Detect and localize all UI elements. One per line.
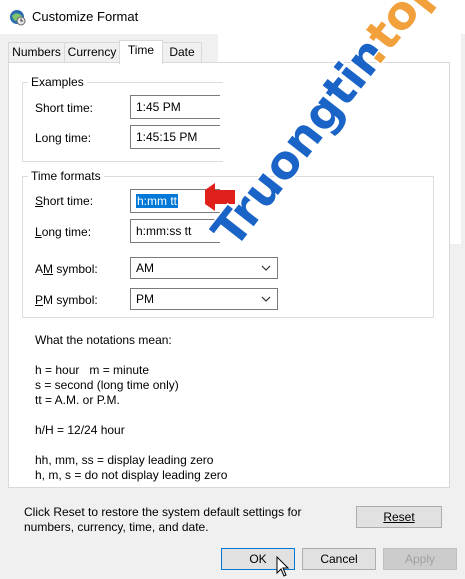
tab-label: Currency bbox=[67, 45, 117, 59]
title-bar: Customize Format bbox=[0, 0, 465, 34]
reset-hint-line-1: Click Reset to restore the system defaul… bbox=[24, 505, 302, 519]
label-text: hort time: bbox=[43, 194, 94, 208]
short-time-input[interactable]: h:mm tt bbox=[130, 189, 220, 213]
short-time-label: Short time: bbox=[35, 194, 93, 208]
example-long-time-value: 1:45:15 PM bbox=[130, 125, 220, 149]
notation-line: h/H = 12/24 hour bbox=[35, 423, 125, 437]
label-text: symbol: bbox=[53, 262, 98, 276]
tab-label: Date bbox=[169, 45, 195, 59]
long-time-label: Long time: bbox=[35, 225, 91, 239]
notation-line: tt = A.M. or P.M. bbox=[35, 393, 120, 407]
accel-key: M bbox=[43, 262, 54, 276]
reset-button[interactable]: Reset bbox=[356, 506, 442, 528]
pm-symbol-label: PM symbol: bbox=[35, 293, 98, 307]
label-text: ong time: bbox=[41, 225, 92, 239]
example-long-time-label: Long time: bbox=[35, 131, 92, 145]
label-text: M symbol: bbox=[43, 293, 98, 307]
time-formats-group-label: Time formats bbox=[28, 169, 104, 183]
examples-group-label: Examples bbox=[28, 75, 87, 89]
button-label: Reset bbox=[383, 510, 415, 524]
selected-text: h:mm tt bbox=[136, 194, 179, 208]
accel-key: P bbox=[35, 293, 44, 307]
am-symbol-dropdown[interactable]: AM bbox=[130, 257, 278, 279]
customize-format-window: Customize Format Numbers Currency Time D… bbox=[0, 0, 465, 579]
tab-label: Numbers bbox=[12, 45, 61, 59]
regional-settings-icon bbox=[10, 10, 26, 26]
button-label: OK bbox=[249, 552, 267, 566]
chevron-down-icon bbox=[261, 296, 271, 302]
mouse-cursor-icon bbox=[276, 556, 290, 577]
pm-symbol-value: PM bbox=[136, 292, 154, 306]
notation-line: h, m, s = do not display leading zero bbox=[35, 468, 228, 482]
cancel-button[interactable]: Cancel bbox=[302, 548, 376, 570]
chevron-down-icon bbox=[261, 265, 271, 271]
notation-line: s = second (long time only) bbox=[35, 378, 179, 392]
pm-symbol-dropdown[interactable]: PM bbox=[130, 288, 278, 310]
am-symbol-value: AM bbox=[136, 261, 154, 275]
example-short-time-label: Short time: bbox=[35, 101, 94, 115]
long-time-input[interactable]: h:mm:ss tt bbox=[130, 219, 220, 243]
button-label: Cancel bbox=[320, 552, 358, 566]
tab-numbers[interactable]: Numbers bbox=[8, 42, 65, 63]
tab-label: Time bbox=[127, 43, 155, 57]
accel-key: S bbox=[35, 194, 44, 208]
accel-key: L bbox=[35, 225, 42, 239]
tab-date[interactable]: Date bbox=[162, 42, 202, 63]
time-tab-page: Examples Short time: 1:45 PM Long time: … bbox=[8, 62, 450, 488]
notations-heading: What the notations mean: bbox=[35, 333, 172, 347]
example-short-time-value: 1:45 PM bbox=[130, 95, 220, 119]
label-text: A bbox=[35, 262, 44, 276]
examples-group bbox=[22, 82, 223, 162]
notation-line: h = hour m = minute bbox=[35, 363, 150, 377]
tab-currency[interactable]: Currency bbox=[64, 42, 120, 63]
window-title: Customize Format bbox=[32, 9, 139, 24]
reset-hint-line-2: numbers, currency, time, and date. bbox=[24, 520, 209, 534]
notation-line: hh, mm, ss = display leading zero bbox=[35, 453, 214, 467]
window-edge bbox=[461, 34, 465, 579]
tab-time[interactable]: Time bbox=[119, 40, 163, 64]
am-symbol-label: AM symbol: bbox=[35, 262, 98, 276]
apply-button[interactable]: Apply bbox=[383, 548, 457, 570]
button-label: Apply bbox=[404, 552, 436, 566]
